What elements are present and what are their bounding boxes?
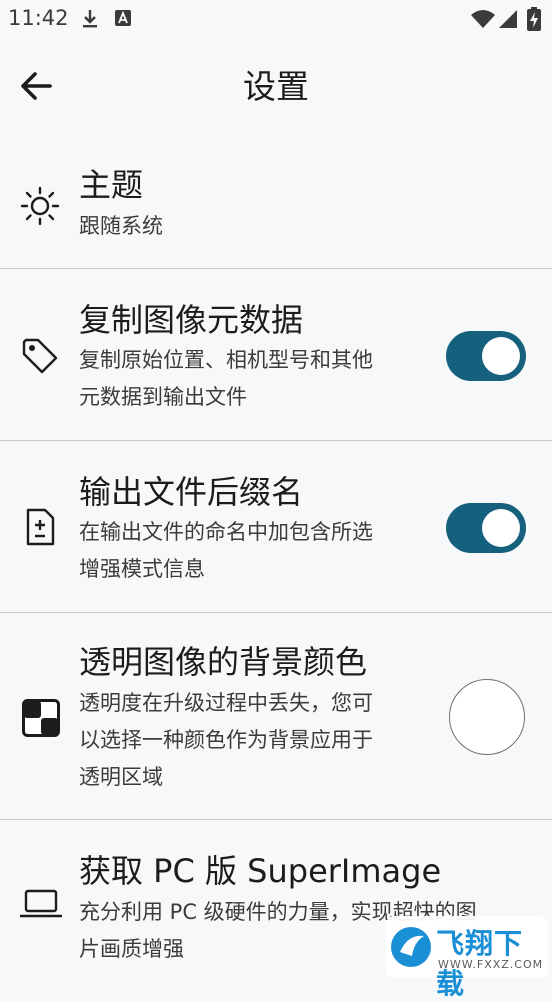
watermark-logo-icon xyxy=(391,927,431,967)
setting-file-suffix-subtitle-line1: 在输出文件的命名中加包含所选 xyxy=(79,520,373,544)
setting-theme-subtitle: 跟随系统 xyxy=(79,214,163,238)
setting-copy-metadata[interactable]: 复制图像元数据 复制原始位置、相机型号和其他 元数据到输出文件 xyxy=(0,269,552,440)
a-notification-icon xyxy=(115,10,131,26)
tag-icon xyxy=(22,338,58,374)
download-icon xyxy=(83,10,97,28)
background-color-picker[interactable] xyxy=(449,679,525,755)
status-bar: 11:42 xyxy=(0,0,552,40)
toggle-knob xyxy=(482,337,520,375)
app-bar: 设置 xyxy=(0,40,552,130)
setting-transparent-bg-subtitle-line2: 以选择一种颜色作为背景应用于 xyxy=(79,728,373,752)
setting-transparent-bg-subtitle-line1: 透明度在升级过程中丢失，您可 xyxy=(79,691,373,715)
watermark-url: WWW.FXXZ.COM xyxy=(438,958,544,971)
setting-transparent-bg-subtitle-line3: 透明区域 xyxy=(79,765,163,789)
page-title: 设置 xyxy=(243,67,309,106)
setting-theme[interactable]: 主题 跟随系统 xyxy=(0,140,552,268)
setting-pc-version-title: 获取 PC 版 SuperImage xyxy=(79,852,442,890)
setting-file-suffix[interactable]: 输出文件后缀名 在输出文件的命名中加包含所选 增强模式信息 xyxy=(0,441,552,612)
wifi-icon xyxy=(471,10,495,28)
setting-copy-metadata-subtitle-line1: 复制原始位置、相机型号和其他 xyxy=(79,348,373,372)
checkerboard-icon xyxy=(22,699,60,737)
setting-copy-metadata-subtitle-line2: 元数据到输出文件 xyxy=(79,385,247,409)
file-suffix-toggle[interactable] xyxy=(446,503,526,553)
signal-icon xyxy=(499,10,517,28)
setting-file-suffix-title: 输出文件后缀名 xyxy=(79,473,304,511)
watermark: 飞翔下载 WWW.FXXZ.COM xyxy=(386,916,548,1000)
setting-theme-title: 主题 xyxy=(79,166,144,204)
copy-metadata-toggle[interactable] xyxy=(446,331,526,381)
status-time: 11:42 xyxy=(8,6,69,30)
sun-icon xyxy=(20,186,60,226)
battery-charging-icon xyxy=(527,7,541,31)
file-plus-minus-icon xyxy=(26,508,55,546)
setting-file-suffix-subtitle-line2: 增强模式信息 xyxy=(79,557,205,581)
toggle-knob xyxy=(482,509,520,547)
laptop-icon xyxy=(20,889,62,918)
setting-copy-metadata-title: 复制图像元数据 xyxy=(79,301,304,339)
setting-transparent-bg-title: 透明图像的背景颜色 xyxy=(79,643,368,681)
